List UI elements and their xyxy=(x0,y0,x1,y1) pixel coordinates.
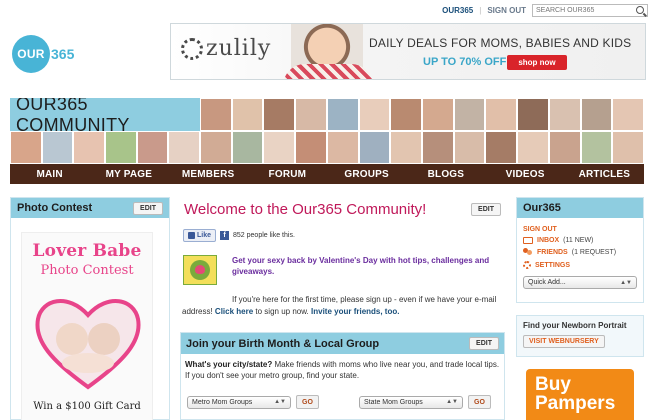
our365-account-panel: Our365 SIGN OUT INBOX (11 NEW) FRIENDS (… xyxy=(516,197,644,303)
zulily-logo: zulily xyxy=(181,36,271,61)
heart-photo-frame xyxy=(35,299,141,390)
heart-face-icon xyxy=(190,260,210,280)
join-group-edit-button[interactable]: EDIT xyxy=(469,337,499,350)
search-input[interactable] xyxy=(536,6,636,14)
nav-forum[interactable]: FORUM xyxy=(248,169,327,180)
friends-icon xyxy=(523,248,533,257)
right-sidebar: Our365 SIGN OUT INBOX (11 NEW) FRIENDS (… xyxy=(516,197,644,357)
newborn-portrait-panel: Find your Newborn Portrait VISIT WEBNURS… xyxy=(516,315,644,357)
inbox-row[interactable]: INBOX (11 NEW) xyxy=(523,237,637,244)
photo-mosaic xyxy=(200,98,644,164)
friends-label: FRIENDS xyxy=(537,249,568,256)
join-group-title: Join your Birth Month & Local Group xyxy=(186,337,380,350)
ad-child-shirt xyxy=(283,64,373,79)
join-group-panel: Join your Birth Month & Local Group EDIT… xyxy=(180,332,505,420)
search-box[interactable] xyxy=(532,3,648,17)
intro-text: If you're here for the first time, pleas… xyxy=(182,294,500,317)
like-label: Like xyxy=(197,232,212,239)
join-text-2: If you don't see your metro group, find … xyxy=(185,371,360,381)
ad-banner[interactable]: zulily DAILY DEALS FOR MOMS, BABIES AND … xyxy=(170,23,646,80)
state-go-button[interactable]: GO xyxy=(468,395,491,409)
separator: | xyxy=(479,5,482,15)
metro-select-row: Metro Mom Groups ▲▼ GO xyxy=(187,395,319,409)
top-utility-bar: OUR365 | SIGN OUT xyxy=(442,3,648,17)
join-text-1: Make friends with moms who live near you… xyxy=(274,360,500,369)
facebook-icon: f xyxy=(220,231,230,240)
nav-my-page[interactable]: MY PAGE xyxy=(89,169,168,180)
select-arrows-icon: ▲▼ xyxy=(446,399,458,405)
site-logo[interactable]: OUR 365 xyxy=(12,35,74,73)
nav-videos[interactable]: VIDEOS xyxy=(486,169,565,180)
account-panel-title: Our365 xyxy=(517,198,643,218)
select-arrows-icon: ▲▼ xyxy=(620,279,632,286)
metro-group-select[interactable]: Metro Mom Groups ▲▼ xyxy=(187,395,291,409)
photo-contest-panel: Photo Contest EDIT Lover Babe Photo Cont… xyxy=(10,197,170,420)
contest-subtitle: Photo Contest xyxy=(40,263,134,278)
photo-contest-header: Photo Contest EDIT xyxy=(11,198,169,218)
main-content: Welcome to the Our365 Community! EDIT Li… xyxy=(180,197,505,420)
thumbs-up-icon xyxy=(188,232,195,239)
community-header: OUR365 COMMUNITY MAIN MY PAGE MEMBERS FO… xyxy=(10,98,644,184)
like-count: 852 people like this. xyxy=(233,232,295,239)
invite-friends-link[interactable]: Invite your friends, too. xyxy=(311,307,399,316)
ad-offer: UP TO 70% OFF xyxy=(423,56,507,68)
facebook-like-button[interactable]: Like xyxy=(183,229,217,242)
metro-go-button[interactable]: GO xyxy=(296,395,319,409)
state-group-select[interactable]: State Mom Groups ▲▼ xyxy=(359,395,463,409)
search-icon[interactable] xyxy=(636,6,644,14)
contest-prize: Win a $100 Gift Card xyxy=(33,401,141,412)
state-select-row: State Mom Groups ▲▼ GO xyxy=(359,395,491,409)
shop-now-button[interactable]: shop now xyxy=(507,55,567,70)
nav-main[interactable]: MAIN xyxy=(10,169,89,180)
valentine-promo-icon[interactable] xyxy=(183,255,217,285)
facebook-like-bar: Like f 852 people like this. xyxy=(183,229,295,242)
photo-contest-title: Photo Contest xyxy=(17,202,93,214)
sign-up-link[interactable]: Click here xyxy=(215,307,253,316)
nav-members[interactable]: MEMBERS xyxy=(169,169,248,180)
nav-articles[interactable]: ARTICLES xyxy=(565,169,644,180)
welcome-heading: Welcome to the Our365 Community! xyxy=(184,201,427,218)
photo-contest-edit-button[interactable]: EDIT xyxy=(133,201,163,215)
nav-groups[interactable]: GROUPS xyxy=(327,169,406,180)
friends-count: (1 REQUEST) xyxy=(571,249,617,256)
state-select-value: State Mom Groups xyxy=(364,398,423,406)
join-group-text: What's your city/state? Make friends wit… xyxy=(185,359,500,381)
logo-number: 365 xyxy=(51,46,75,62)
ad-headline: DAILY DEALS FOR MOMS, BABIES AND KIDS xyxy=(369,36,632,50)
ad-brand: zulily xyxy=(206,36,272,61)
valentine-promo-link[interactable]: Get your sexy back by Valentine's Day wi… xyxy=(232,256,496,278)
settings-label: SETTINGS xyxy=(535,261,571,269)
intro-mid: to sign up now. xyxy=(255,306,309,316)
quick-add-value: Quick Add... xyxy=(528,279,566,286)
contest-promo[interactable]: Lover Babe Photo Contest Win a $100 Gift… xyxy=(21,232,153,420)
sign-out-link[interactable]: SIGN OUT xyxy=(487,6,526,15)
join-group-header: Join your Birth Month & Local Group EDIT xyxy=(181,333,504,354)
quick-add-select[interactable]: Quick Add... ▲▼ xyxy=(523,276,637,289)
community-title: OUR365 COMMUNITY xyxy=(10,98,200,135)
mail-icon xyxy=(523,237,533,244)
sidebar-sign-out-link[interactable]: SIGN OUT xyxy=(523,226,637,233)
welcome-edit-button[interactable]: EDIT xyxy=(471,203,501,216)
flower-icon xyxy=(181,37,203,60)
logo-circle: OUR xyxy=(12,35,50,73)
pampers-ad[interactable]: Buy Pampers xyxy=(526,369,634,420)
account-link[interactable]: OUR365 xyxy=(442,6,473,15)
main-nav: MAIN MY PAGE MEMBERS FORUM GROUPS BLOGS … xyxy=(10,164,644,184)
inbox-count: (11 NEW) xyxy=(563,237,594,244)
select-arrows-icon: ▲▼ xyxy=(274,399,286,405)
friends-row[interactable]: FRIENDS (1 REQUEST) xyxy=(523,248,637,257)
contest-title: Lover Babe xyxy=(32,241,142,261)
gear-icon xyxy=(523,261,531,269)
metro-select-value: Metro Mom Groups xyxy=(192,398,253,406)
settings-row[interactable]: SETTINGS xyxy=(523,261,637,269)
inbox-label: INBOX xyxy=(537,237,560,244)
visit-webnursery-button[interactable]: VISIT WEBNURSERY xyxy=(523,335,605,348)
nav-blogs[interactable]: BLOGS xyxy=(406,169,485,180)
newborn-portrait-title: Find your Newborn Portrait xyxy=(523,321,627,330)
join-question: What's your city/state? xyxy=(185,360,273,369)
photo-mosaic-left xyxy=(10,131,200,164)
